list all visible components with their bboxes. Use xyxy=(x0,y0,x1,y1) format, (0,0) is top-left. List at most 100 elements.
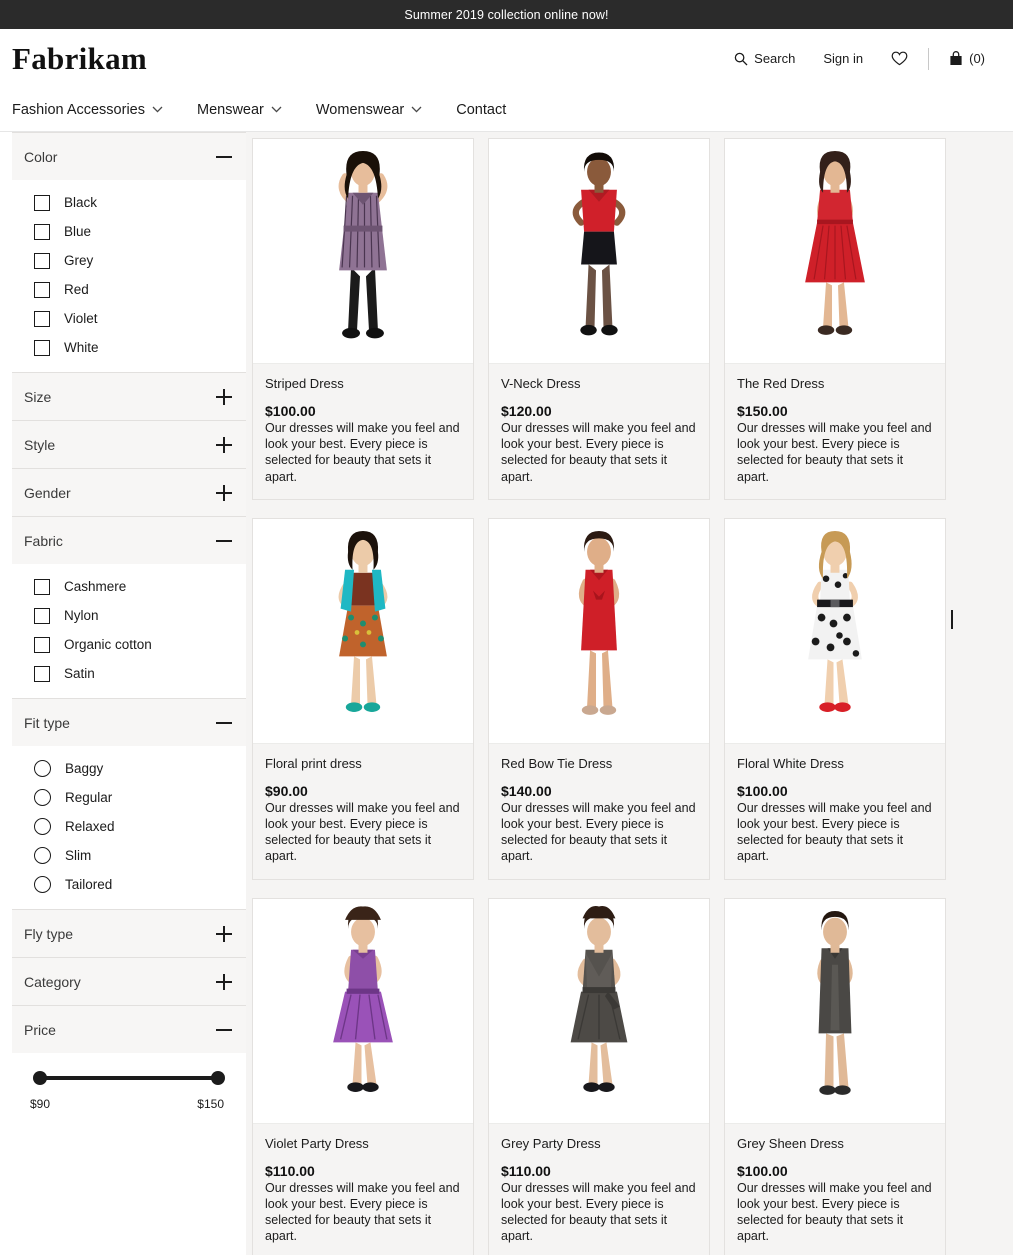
nav-item-contact[interactable]: Contact xyxy=(456,102,506,118)
checkbox[interactable] xyxy=(34,637,50,653)
product-image[interactable] xyxy=(253,899,473,1123)
filter-option-label: Red xyxy=(64,282,89,297)
filter-header-fly-type[interactable]: Fly type xyxy=(12,909,246,957)
product-image[interactable] xyxy=(725,519,945,743)
filter-option-baggy[interactable]: Baggy xyxy=(12,754,246,783)
price-range-slider[interactable] xyxy=(34,1071,224,1085)
filter-option-organic-cotton[interactable]: Organic cotton xyxy=(12,630,246,659)
product-card[interactable]: Violet Party Dress$110.00Our dresses wil… xyxy=(252,898,474,1255)
filter-title: Style xyxy=(24,437,55,453)
filter-option-regular[interactable]: Regular xyxy=(12,783,246,812)
expand-plus-icon[interactable] xyxy=(216,437,232,453)
radio-button[interactable] xyxy=(34,818,51,835)
filter-option-nylon[interactable]: Nylon xyxy=(12,601,246,630)
brand-logo[interactable]: Fabrikam xyxy=(12,43,147,74)
product-card[interactable]: Grey Party Dress$110.00Our dresses will … xyxy=(488,898,710,1255)
checkbox[interactable] xyxy=(34,253,50,269)
product-card[interactable]: V-Neck Dress$120.00Our dresses will make… xyxy=(488,138,710,500)
product-name[interactable]: Striped Dress xyxy=(265,376,461,391)
radio-button[interactable] xyxy=(34,876,51,893)
filter-option-blue[interactable]: Blue xyxy=(12,217,246,246)
filter-header-gender[interactable]: Gender xyxy=(12,468,246,516)
product-card[interactable]: Floral print dress $90.00Our dresses will… xyxy=(252,518,474,880)
radio-button[interactable] xyxy=(34,789,51,806)
slider-handle-min[interactable] xyxy=(33,1071,47,1085)
product-name[interactable]: The Red Dress xyxy=(737,376,933,391)
product-image[interactable] xyxy=(489,519,709,743)
filter-option-violet[interactable]: Violet xyxy=(12,304,246,333)
product-image[interactable] xyxy=(253,139,473,363)
filter-option-label: Cashmere xyxy=(64,579,126,594)
filter-option-relaxed[interactable]: Relaxed xyxy=(12,812,246,841)
wishlist-button[interactable] xyxy=(877,51,922,66)
filter-header-color[interactable]: Color xyxy=(12,132,246,180)
product-card[interactable]: The Red Dress$150.00Our dresses will mak… xyxy=(724,138,946,500)
product-name[interactable]: Grey Sheen Dress xyxy=(737,1136,933,1151)
checkbox[interactable] xyxy=(34,311,50,327)
site-header: Fabrikam Search Sign in xyxy=(0,29,1013,88)
product-description: Our dresses will make you feel and look … xyxy=(265,800,461,865)
nav-item-womenswear[interactable]: Womenswear xyxy=(316,102,422,118)
product-area: Striped Dress$100.00Our dresses will mak… xyxy=(246,132,1013,1255)
filter-header-fit-type[interactable]: Fit type xyxy=(12,698,246,746)
checkbox[interactable] xyxy=(34,666,50,682)
filter-option-black[interactable]: Black xyxy=(12,188,246,217)
checkbox[interactable] xyxy=(34,579,50,595)
expand-plus-icon[interactable] xyxy=(216,974,232,990)
filter-header-size[interactable]: Size xyxy=(12,372,246,420)
product-name[interactable]: Floral print dress xyxy=(265,756,461,771)
slider-handle-max[interactable] xyxy=(211,1071,225,1085)
collapse-minus-icon[interactable] xyxy=(216,533,232,549)
product-image[interactable] xyxy=(253,519,473,743)
nav-item-fashion-accessories[interactable]: Fashion Accessories xyxy=(12,102,163,118)
product-name[interactable]: Floral White Dress xyxy=(737,756,933,771)
filter-header-fabric[interactable]: Fabric xyxy=(12,516,246,564)
product-card[interactable]: Floral White Dress$100.00Our dresses wil… xyxy=(724,518,946,880)
announcement-banner: Summer 2019 collection online now! xyxy=(0,0,1013,29)
collapse-minus-icon[interactable] xyxy=(216,1022,232,1038)
filter-option-satin[interactable]: Satin xyxy=(12,659,246,688)
filter-option-slim[interactable]: Slim xyxy=(12,841,246,870)
product-price: $90.00 xyxy=(265,783,461,799)
nav-item-menswear[interactable]: Menswear xyxy=(197,102,282,118)
product-card[interactable]: Grey Sheen Dress$100.00Our dresses will … xyxy=(724,898,946,1255)
search-button[interactable]: Search xyxy=(720,51,809,66)
checkbox[interactable] xyxy=(34,195,50,211)
filter-header-price[interactable]: Price xyxy=(12,1005,246,1053)
product-name[interactable]: V-Neck Dress xyxy=(501,376,697,391)
price-min-label: $90 xyxy=(30,1097,50,1111)
cart-button[interactable]: (0) xyxy=(935,51,999,66)
product-name[interactable]: Red Bow Tie Dress xyxy=(501,756,697,771)
product-description: Our dresses will make you feel and look … xyxy=(501,420,697,485)
sign-in-button[interactable]: Sign in xyxy=(809,51,877,66)
filter-option-tailored[interactable]: Tailored xyxy=(12,870,246,899)
search-icon xyxy=(734,52,748,66)
radio-button[interactable] xyxy=(34,847,51,864)
price-range-labels: $90$150 xyxy=(30,1097,224,1111)
product-image[interactable] xyxy=(489,139,709,363)
filter-option-red[interactable]: Red xyxy=(12,275,246,304)
expand-plus-icon[interactable] xyxy=(216,485,232,501)
product-image[interactable] xyxy=(489,899,709,1123)
filter-option-grey[interactable]: Grey xyxy=(12,246,246,275)
product-image[interactable] xyxy=(725,139,945,363)
product-card[interactable]: Striped Dress$100.00Our dresses will mak… xyxy=(252,138,474,500)
checkbox[interactable] xyxy=(34,224,50,240)
filter-header-style[interactable]: Style xyxy=(12,420,246,468)
collapse-minus-icon[interactable] xyxy=(216,715,232,731)
expand-plus-icon[interactable] xyxy=(216,926,232,942)
product-card[interactable]: Red Bow Tie Dress$140.00Our dresses will… xyxy=(488,518,710,880)
filter-option-white[interactable]: White xyxy=(12,333,246,362)
filter-option-cashmere[interactable]: Cashmere xyxy=(12,572,246,601)
product-name[interactable]: Grey Party Dress xyxy=(501,1136,697,1151)
filter-title: Fabric xyxy=(24,533,63,549)
checkbox[interactable] xyxy=(34,608,50,624)
product-image[interactable] xyxy=(725,899,945,1123)
product-name[interactable]: Violet Party Dress xyxy=(265,1136,461,1151)
radio-button[interactable] xyxy=(34,760,51,777)
checkbox[interactable] xyxy=(34,340,50,356)
collapse-minus-icon[interactable] xyxy=(216,149,232,165)
checkbox[interactable] xyxy=(34,282,50,298)
expand-plus-icon[interactable] xyxy=(216,389,232,405)
filter-header-category[interactable]: Category xyxy=(12,957,246,1005)
